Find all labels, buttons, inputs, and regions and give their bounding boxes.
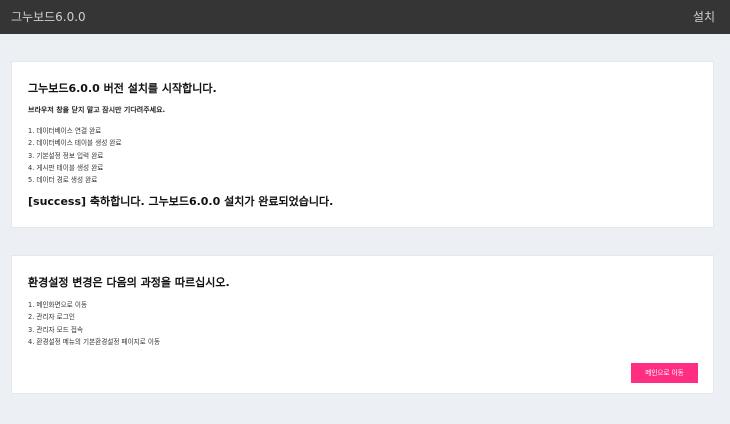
list-item: 1. 데이터베이스 연결 완료 <box>28 127 102 135</box>
list-item: 1. 메인화면으로 이동 <box>28 301 88 309</box>
install-title: 그누보드6.0.0 버전 설치를 시작합니다. <box>28 82 217 95</box>
list-item: 2. 데이터베이스 테이블 생성 완료 <box>28 139 122 148</box>
list-item: 4. 환경설정 메뉴의 기본환경설정 페이지로 이동 <box>28 337 161 346</box>
top-header-bar: 그누보드6.0.0 설치 <box>0 0 730 34</box>
config-steps-list: 1. 메인화면으로 이동 2. 관리자 로그인 3. 관리자 모드 접속 4. … <box>28 299 160 348</box>
list-item: 4. 게시판 테이블 생성 완료 <box>28 163 104 172</box>
install-result-message: [success] 축하합니다. 그누보드6.0.0 설치가 완료되었습니다. <box>28 195 334 208</box>
install-notice: 브라우저 창을 닫지 말고 잠시만 기다려주세요. <box>28 106 166 114</box>
header-install-label: 설치 <box>692 10 715 24</box>
brand-title[interactable]: 그누보드6.0.0 <box>11 9 86 25</box>
config-title: 환경설정 변경은 다음의 과정을 따르십시오. <box>28 276 230 289</box>
go-to-main-button[interactable]: 메인으로 이동 <box>631 363 698 383</box>
list-item: 3. 관리자 모드 접속 <box>28 325 84 334</box>
list-item: 5. 데이터 경로 생성 완료 <box>28 176 98 185</box>
install-steps-list: 1. 데이터베이스 연결 완료 2. 데이터베이스 테이블 생성 완료 3. 기… <box>28 125 122 186</box>
list-item: 3. 기본설정 정보 입력 완료 <box>28 151 104 160</box>
install-progress-card: 그누보드6.0.0 버전 설치를 시작합니다. 브라우저 창을 닫지 말고 잠시… <box>11 61 714 228</box>
list-item: 2. 관리자 로그인 <box>28 313 75 322</box>
config-guide-card: 환경설정 변경은 다음의 과정을 따르십시오. 1. 메인화면으로 이동 2. … <box>11 255 714 394</box>
